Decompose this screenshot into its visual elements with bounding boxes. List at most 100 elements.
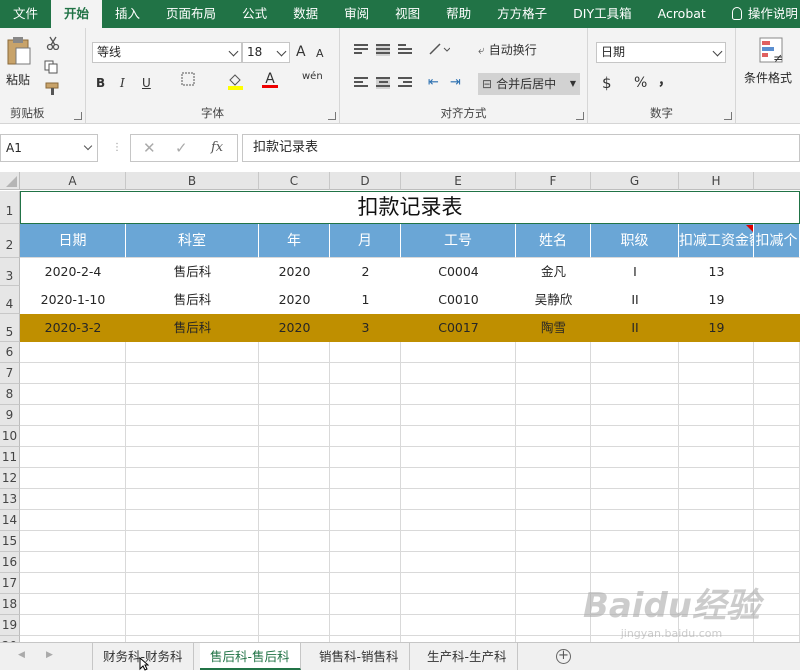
empty-cell[interactable] <box>516 510 591 531</box>
align-center-icon[interactable] <box>376 77 390 89</box>
empty-cell[interactable] <box>401 531 516 552</box>
borders-button[interactable] <box>180 72 196 90</box>
column-title-cell[interactable]: 扣减工资金额 <box>679 224 754 258</box>
empty-cell[interactable] <box>679 468 754 489</box>
table-cell[interactable] <box>754 314 800 342</box>
row-header[interactable]: 3 <box>0 258 20 286</box>
column-title-cell[interactable]: 扣减个 <box>754 224 800 258</box>
sheet-tab-sales[interactable]: 销售科-销售科 <box>309 643 410 670</box>
empty-cell[interactable] <box>126 573 259 594</box>
align-top-icon[interactable] <box>354 44 368 56</box>
tab-review[interactable]: 审阅 <box>331 0 382 28</box>
decrease-indent-button[interactable]: ⇤ <box>428 74 439 92</box>
table-cell[interactable]: 2020 <box>259 258 330 286</box>
empty-cell[interactable] <box>679 363 754 384</box>
empty-cell[interactable] <box>591 405 679 426</box>
number-launcher-icon[interactable] <box>724 112 732 120</box>
table-cell[interactable] <box>754 286 800 314</box>
add-sheet-button[interactable]: + <box>556 649 571 664</box>
comma-button[interactable]: ， <box>658 72 672 90</box>
table-cell[interactable] <box>754 258 800 286</box>
table-cell[interactable]: II <box>591 314 679 342</box>
currency-button[interactable]: $ <box>602 74 612 92</box>
row-header[interactable]: 10 <box>0 426 20 447</box>
empty-cell[interactable] <box>591 552 679 573</box>
shrink-font-button[interactable]: A <box>316 45 324 63</box>
name-box[interactable]: A1 <box>0 134 98 162</box>
row-header[interactable]: 8 <box>0 384 20 405</box>
underline-button[interactable]: U <box>142 74 151 92</box>
empty-cell[interactable] <box>259 384 330 405</box>
empty-cell[interactable] <box>679 426 754 447</box>
empty-cell[interactable] <box>516 405 591 426</box>
column-header-c[interactable]: C <box>259 172 330 190</box>
column-title-cell[interactable]: 月 <box>330 224 401 258</box>
table-cell[interactable]: 吴静欣 <box>516 286 591 314</box>
empty-cell[interactable] <box>20 405 126 426</box>
column-header-a[interactable]: A <box>20 172 126 190</box>
font-launcher-icon[interactable] <box>328 112 336 120</box>
empty-cell[interactable] <box>679 489 754 510</box>
row-header[interactable]: 7 <box>0 363 20 384</box>
empty-cell[interactable] <box>126 426 259 447</box>
empty-cell[interactable] <box>591 447 679 468</box>
table-cell[interactable]: C0004 <box>401 258 516 286</box>
empty-cell[interactable] <box>401 573 516 594</box>
merge-center-button[interactable]: ⊟ 合并后居中 ▼ <box>478 73 580 95</box>
empty-cell[interactable] <box>516 552 591 573</box>
table-cell[interactable]: 售后科 <box>126 286 259 314</box>
empty-cell[interactable] <box>401 615 516 636</box>
empty-cell[interactable] <box>754 552 800 573</box>
column-header-g[interactable]: G <box>591 172 679 190</box>
empty-cell[interactable] <box>20 468 126 489</box>
table-cell[interactable]: C0010 <box>401 286 516 314</box>
row-header[interactable]: 14 <box>0 510 20 531</box>
align-bottom-icon[interactable] <box>398 44 412 56</box>
empty-cell[interactable] <box>591 384 679 405</box>
sheet-tab-aftersales[interactable]: 售后科-售后科 <box>200 643 301 670</box>
empty-cell[interactable] <box>259 342 330 363</box>
empty-cell[interactable] <box>330 510 401 531</box>
empty-cell[interactable] <box>330 384 401 405</box>
table-cell[interactable]: 金凡 <box>516 258 591 286</box>
tab-formulas[interactable]: 公式 <box>229 0 280 28</box>
empty-cell[interactable] <box>401 363 516 384</box>
table-cell[interactable]: 13 <box>679 258 754 286</box>
font-size-combo[interactable]: 18 <box>242 42 290 63</box>
empty-cell[interactable] <box>516 468 591 489</box>
empty-cell[interactable] <box>259 531 330 552</box>
empty-cell[interactable] <box>330 594 401 615</box>
paste-button[interactable]: 粘贴 <box>6 36 36 96</box>
column-title-cell[interactable]: 年 <box>259 224 330 258</box>
empty-cell[interactable] <box>20 384 126 405</box>
empty-cell[interactable] <box>126 615 259 636</box>
alignment-launcher-icon[interactable] <box>576 112 584 120</box>
empty-cell[interactable] <box>330 426 401 447</box>
column-header-d[interactable]: D <box>330 172 401 190</box>
empty-cell[interactable] <box>330 615 401 636</box>
tab-acrobat[interactable]: Acrobat <box>645 0 719 28</box>
row-header[interactable]: 12 <box>0 468 20 489</box>
empty-cell[interactable] <box>20 615 126 636</box>
empty-cell[interactable] <box>679 342 754 363</box>
column-title-cell[interactable]: 科室 <box>126 224 259 258</box>
font-name-combo[interactable]: 等线 <box>92 42 242 63</box>
empty-cell[interactable] <box>259 447 330 468</box>
empty-cell[interactable] <box>259 510 330 531</box>
empty-cell[interactable] <box>679 552 754 573</box>
empty-cell[interactable] <box>259 426 330 447</box>
table-cell[interactable]: 售后科 <box>126 258 259 286</box>
empty-cell[interactable] <box>126 489 259 510</box>
empty-cell[interactable] <box>126 468 259 489</box>
tab-page-layout[interactable]: 页面布局 <box>153 0 229 28</box>
empty-cell[interactable] <box>754 363 800 384</box>
increase-indent-button[interactable]: ⇥ <box>450 74 461 92</box>
empty-cell[interactable] <box>401 342 516 363</box>
empty-cell[interactable] <box>679 447 754 468</box>
empty-cell[interactable] <box>591 510 679 531</box>
empty-cell[interactable] <box>126 510 259 531</box>
align-middle-icon[interactable] <box>376 44 390 56</box>
empty-cell[interactable] <box>516 489 591 510</box>
empty-cell[interactable] <box>754 426 800 447</box>
row-header[interactable]: 4 <box>0 286 20 314</box>
